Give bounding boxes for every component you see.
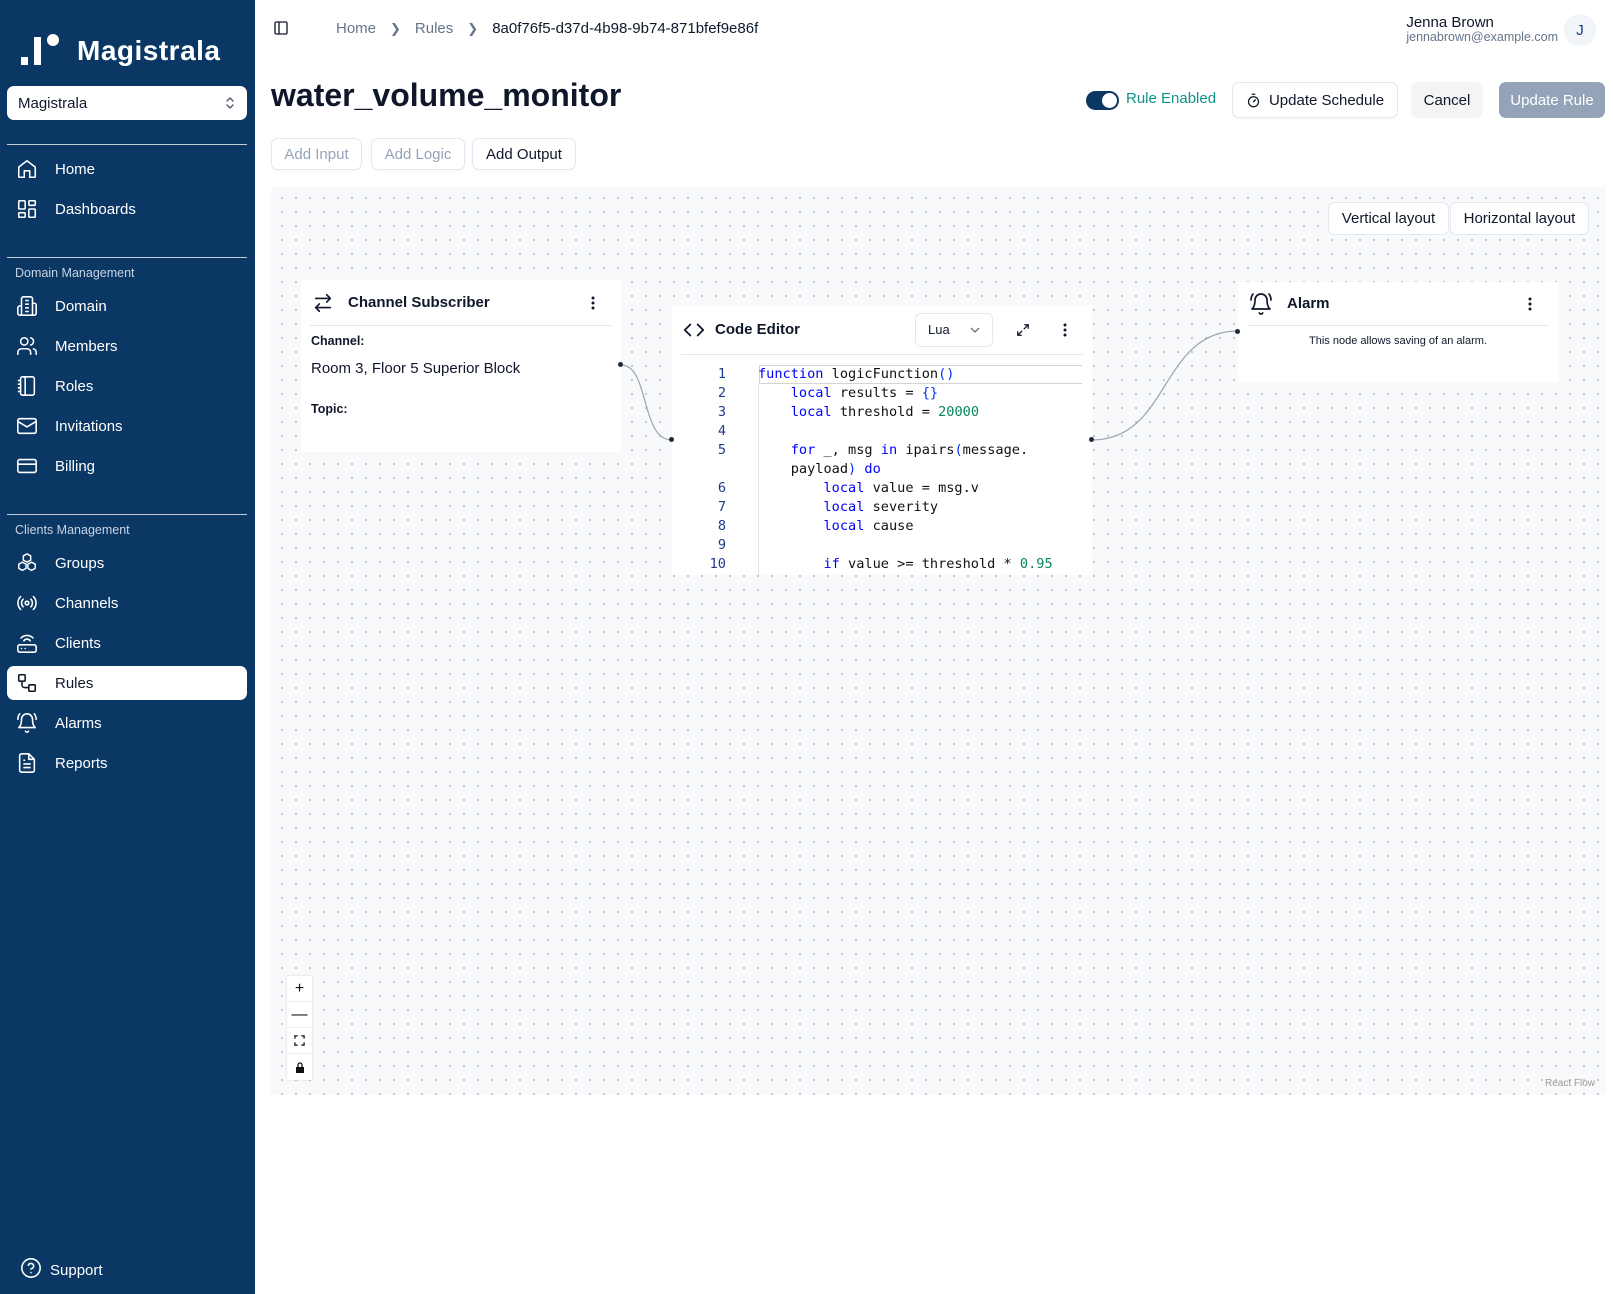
line-number: 9: [717, 537, 726, 553]
node-title: Channel Subscriber: [348, 294, 490, 311]
code-line: 9: [682, 536, 1082, 555]
line-number: 2: [717, 385, 726, 401]
code-line: 5 for _, msg in ipairs(message.: [682, 441, 1082, 460]
code-line: 2 local results = {}: [682, 384, 1082, 403]
alarm-node[interactable]: Alarm This node allows saving of an alar…: [1238, 282, 1558, 382]
react-flow-attribution[interactable]: React Flow: [1545, 1078, 1595, 1089]
output-handle[interactable]: [1089, 437, 1094, 442]
code-line: 7 local severity: [682, 498, 1082, 517]
code-text: function logicFunction(): [758, 366, 955, 382]
zoom-in-button[interactable]: +: [287, 976, 312, 1002]
lock-button[interactable]: [287, 1054, 312, 1080]
code-lines: 1 function logicFunction() 2 local results…: [682, 365, 1082, 574]
code-text: for _, msg in ipairs(message.: [790, 442, 1029, 458]
code-text: local results = {}: [790, 385, 939, 401]
node-header: Alarm: [1247, 282, 1549, 326]
code-line: 6 local value = msg.v: [682, 479, 1082, 498]
line-number: 4: [717, 423, 726, 439]
code-line: payload) do: [682, 460, 1082, 479]
language-select[interactable]: Lua: [915, 312, 993, 347]
edge-subscriber-to-code: [620, 364, 673, 441]
code-editor-node[interactable]: Code Editor Lua 1 function logicFunction(…: [672, 305, 1092, 575]
channel-value: Room 3, Floor 5 Superior Block: [311, 360, 521, 377]
line-number: 6: [717, 480, 726, 496]
language-value: Lua: [928, 322, 950, 337]
input-handle[interactable]: [1235, 329, 1240, 334]
more-vertical-icon[interactable]: [1521, 297, 1539, 311]
node-header: Channel Subscriber: [310, 280, 612, 326]
code-text: local cause: [823, 518, 914, 534]
arrows-exchange-icon: [314, 293, 332, 312]
code-line: 1 function logicFunction(): [682, 365, 1082, 384]
code-text: payload) do: [758, 461, 881, 477]
code-line: 3 local threshold = 20000: [682, 403, 1082, 422]
code-line: 10 if value >= threshold * 0.95: [682, 555, 1082, 574]
line-number: 10: [709, 556, 726, 572]
expand-icon[interactable]: [1015, 323, 1031, 337]
edge-code-to-alarm: [1091, 330, 1239, 441]
line-number: 8: [717, 518, 726, 534]
node-header: Code Editor Lua: [681, 305, 1083, 355]
fit-view-icon: [294, 1035, 305, 1046]
flow-edges: [620, 330, 1239, 441]
code-text: local value = msg.v: [823, 480, 979, 496]
node-title: Code Editor: [715, 321, 800, 338]
code-text: local severity: [823, 499, 939, 515]
code-line: 4: [682, 422, 1082, 441]
more-vertical-icon[interactable]: [584, 296, 602, 310]
line-number: 5: [717, 442, 726, 458]
code-text: if value >= threshold * 0.95: [823, 556, 1053, 572]
node-title: Alarm: [1287, 295, 1330, 312]
more-vertical-icon[interactable]: [1061, 323, 1069, 337]
alarm-description: This node allows saving of an alarm.: [1309, 335, 1487, 347]
fit-view-button[interactable]: [287, 1028, 312, 1054]
channel-subscriber-node[interactable]: Channel Subscriber Channel: Room 3, Floo…: [301, 280, 621, 452]
input-handle[interactable]: [669, 437, 674, 442]
chevron-down-icon: [970, 327, 980, 333]
zoom-out-button[interactable]: —: [287, 1002, 312, 1028]
line-number: 3: [717, 404, 726, 420]
code-icon: [683, 323, 705, 336]
channel-label: Channel:: [311, 334, 365, 348]
code-line: 8 local cause: [682, 517, 1082, 536]
code-editor-controls: Lua: [915, 312, 1073, 347]
line-number: 1: [717, 366, 726, 382]
output-handle[interactable]: [618, 362, 623, 367]
bell-ring-icon: [1250, 292, 1272, 315]
zoom-controls: + —: [287, 976, 312, 1080]
topic-label: Topic:: [311, 402, 348, 416]
code-text: local threshold = 20000: [790, 404, 979, 420]
code-editor-textarea[interactable]: 1 function logicFunction() 2 local results…: [682, 365, 1082, 575]
line-number: 7: [717, 499, 726, 515]
lock-icon: [295, 1061, 304, 1073]
